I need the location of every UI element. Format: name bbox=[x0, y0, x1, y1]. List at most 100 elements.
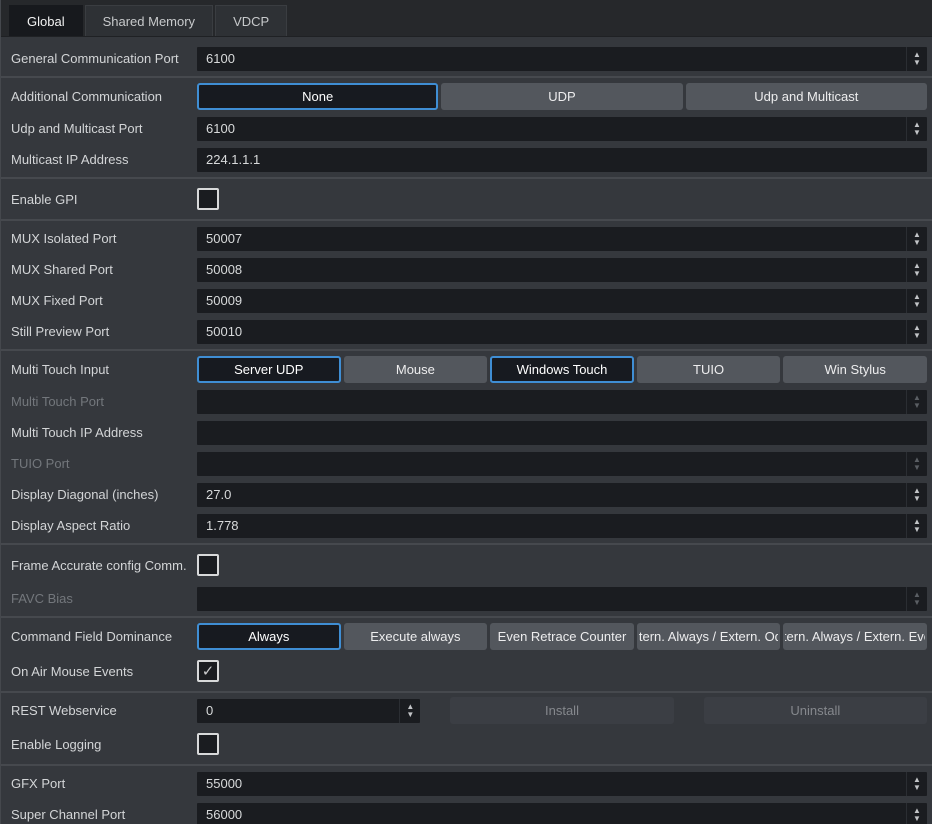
spinner-buttons[interactable]: ▲ ▼ bbox=[906, 117, 927, 141]
section-divider bbox=[1, 543, 932, 545]
enable-logging-checkbox[interactable] bbox=[197, 733, 219, 755]
spinner-buttons[interactable]: ▲ ▼ bbox=[906, 258, 927, 282]
spinner-buttons[interactable]: ▲ ▼ bbox=[906, 47, 927, 71]
multi-touch-ip-address-input[interactable] bbox=[197, 421, 927, 445]
spinner-buttons[interactable]: ▲ ▼ bbox=[906, 289, 927, 313]
mux-isolated-port-input[interactable] bbox=[197, 227, 906, 251]
multicast-ip-address-input[interactable] bbox=[197, 148, 927, 172]
field-label: Display Aspect Ratio bbox=[11, 518, 197, 533]
multi-touch-input-option-win-stylus[interactable]: Win Stylus bbox=[783, 356, 927, 383]
global-settings-panel: General Communication Port ▲ ▼ Additiona… bbox=[1, 37, 932, 824]
field-label: TUIO Port bbox=[11, 456, 197, 471]
spinner-buttons[interactable]: ▲ ▼ bbox=[399, 699, 420, 723]
multi-touch-input-option-windows-touch[interactable]: Windows Touch bbox=[490, 356, 634, 383]
on-air-mouse-events-checkbox[interactable]: ✓ bbox=[197, 660, 219, 682]
command-field-dominance-option-intern-always-extern-odd[interactable]: Intern. Always / Extern. Odd bbox=[637, 623, 781, 650]
row-super-channel-port: Super Channel Port ▲ ▼ bbox=[1, 799, 932, 824]
multi-touch-input-option-mouse[interactable]: Mouse bbox=[344, 356, 488, 383]
spinner-buttons[interactable]: ▲ ▼ bbox=[906, 227, 927, 251]
spinner-buttons: ▲ ▼ bbox=[906, 452, 927, 476]
mux-fixed-port-spinner[interactable]: ▲ ▼ bbox=[197, 289, 927, 313]
still-preview-port-spinner[interactable]: ▲ ▼ bbox=[197, 320, 927, 344]
spinner-down-icon: ▼ bbox=[913, 402, 921, 410]
row-multi-touch-ip-address: Multi Touch IP Address bbox=[1, 417, 932, 448]
multi-touch-input-option-tuio[interactable]: TUIO bbox=[637, 356, 781, 383]
spinner-buttons[interactable]: ▲ ▼ bbox=[906, 772, 927, 796]
super-channel-port-input[interactable] bbox=[197, 803, 906, 824]
section-divider bbox=[1, 177, 932, 179]
spinner-down-icon[interactable]: ▼ bbox=[913, 526, 921, 534]
row-tuio-port: TUIO Port ▲ ▼ bbox=[1, 448, 932, 479]
display-aspect-ratio-input[interactable] bbox=[197, 514, 906, 538]
tab-shared-memory[interactable]: Shared Memory bbox=[85, 5, 213, 36]
spinner-down-icon[interactable]: ▼ bbox=[406, 711, 414, 719]
mux-shared-port-spinner[interactable]: ▲ ▼ bbox=[197, 258, 927, 282]
uninstall-button[interactable]: Uninstall bbox=[704, 697, 927, 724]
spinner-down-icon[interactable]: ▼ bbox=[913, 815, 921, 823]
additional-communication-option-none[interactable]: None bbox=[197, 83, 438, 110]
additional-communication-option-udp[interactable]: UDP bbox=[441, 83, 682, 110]
spinner-down-icon: ▼ bbox=[913, 464, 921, 472]
multi-touch-ip-address-field[interactable] bbox=[197, 421, 927, 445]
field-label: MUX Shared Port bbox=[11, 262, 197, 277]
additional-communication-option-udp-and-multicast[interactable]: Udp and Multicast bbox=[686, 83, 927, 110]
spinner-down-icon[interactable]: ▼ bbox=[913, 129, 921, 137]
spinner-down-icon[interactable]: ▼ bbox=[913, 495, 921, 503]
display-diagonal-spinner[interactable]: ▲ ▼ bbox=[197, 483, 927, 507]
general-communication-port-spinner[interactable]: ▲ ▼ bbox=[197, 47, 927, 71]
super-channel-port-spinner[interactable]: ▲ ▼ bbox=[197, 803, 927, 824]
command-field-dominance-option-execute-always[interactable]: Execute always bbox=[344, 623, 488, 650]
spinner-down-icon[interactable]: ▼ bbox=[913, 784, 921, 792]
row-general-communication-port: General Communication Port ▲ ▼ bbox=[1, 43, 932, 74]
rest-webservice-spinner[interactable]: ▲ ▼ bbox=[197, 699, 420, 723]
still-preview-port-input[interactable] bbox=[197, 320, 906, 344]
udp-and-multicast-port-input[interactable] bbox=[197, 117, 906, 141]
frame-accurate-config-comm-checkbox[interactable] bbox=[197, 554, 219, 576]
tuio-port-spinner: ▲ ▼ bbox=[197, 452, 927, 476]
field-label: FAVC Bias bbox=[11, 591, 197, 606]
spinner-buttons[interactable]: ▲ ▼ bbox=[906, 483, 927, 507]
field-label: Multicast IP Address bbox=[11, 152, 197, 167]
spinner-down-icon[interactable]: ▼ bbox=[913, 239, 921, 247]
tab-global[interactable]: Global bbox=[9, 5, 83, 36]
gfx-port-spinner[interactable]: ▲ ▼ bbox=[197, 772, 927, 796]
udp-and-multicast-port-spinner[interactable]: ▲ ▼ bbox=[197, 117, 927, 141]
display-aspect-ratio-spinner[interactable]: ▲ ▼ bbox=[197, 514, 927, 538]
field-label: Command Field Dominance bbox=[11, 629, 197, 644]
enable-gpi-checkbox[interactable] bbox=[197, 188, 219, 210]
spinner-down-icon[interactable]: ▼ bbox=[913, 301, 921, 309]
spinner-buttons[interactable]: ▲ ▼ bbox=[906, 514, 927, 538]
spinner-down-icon[interactable]: ▼ bbox=[913, 59, 921, 67]
display-diagonal-input[interactable] bbox=[197, 483, 906, 507]
gfx-port-input[interactable] bbox=[197, 772, 906, 796]
row-enable-logging: Enable Logging bbox=[1, 726, 932, 762]
mux-isolated-port-spinner[interactable]: ▲ ▼ bbox=[197, 227, 927, 251]
multi-touch-port-spinner: ▲ ▼ bbox=[197, 390, 927, 414]
spinner-buttons: ▲ ▼ bbox=[906, 390, 927, 414]
row-display-aspect-ratio: Display Aspect Ratio ▲ ▼ bbox=[1, 510, 932, 541]
checkmark-icon: ✓ bbox=[202, 662, 215, 680]
general-communication-port-input[interactable] bbox=[197, 47, 906, 71]
multicast-ip-address-field[interactable] bbox=[197, 148, 927, 172]
command-field-dominance-option-always[interactable]: Always bbox=[197, 623, 341, 650]
spinner-buttons[interactable]: ▲ ▼ bbox=[906, 803, 927, 824]
rest-webservice-input[interactable] bbox=[197, 699, 399, 723]
command-field-dominance-option-intern-always-extern-even[interactable]: Intern. Always / Extern. Even bbox=[783, 623, 927, 650]
multi-touch-input-option-server-udp[interactable]: Server UDP bbox=[197, 356, 341, 383]
spinner-down-icon[interactable]: ▼ bbox=[913, 332, 921, 340]
row-enable-gpi: Enable GPI bbox=[1, 181, 932, 217]
spinner-down-icon[interactable]: ▼ bbox=[913, 270, 921, 278]
install-button[interactable]: Install bbox=[450, 697, 673, 724]
spinner-buttons[interactable]: ▲ ▼ bbox=[906, 320, 927, 344]
field-label: REST Webservice bbox=[11, 703, 197, 718]
row-mux-isolated-port: MUX Isolated Port ▲ ▼ bbox=[1, 223, 932, 254]
tab-vdcp[interactable]: VDCP bbox=[215, 5, 287, 36]
favc-bias-input bbox=[197, 587, 906, 611]
mux-shared-port-input[interactable] bbox=[197, 258, 906, 282]
multi-touch-port-input bbox=[197, 390, 906, 414]
mux-fixed-port-input[interactable] bbox=[197, 289, 906, 313]
row-multi-touch-port: Multi Touch Port ▲ ▼ bbox=[1, 386, 932, 417]
section-divider bbox=[1, 349, 932, 351]
row-rest-webservice: REST Webservice ▲ ▼ Install Uninstall bbox=[1, 695, 932, 726]
command-field-dominance-option-even-retrace-counter[interactable]: Even Retrace Counter bbox=[490, 623, 634, 650]
